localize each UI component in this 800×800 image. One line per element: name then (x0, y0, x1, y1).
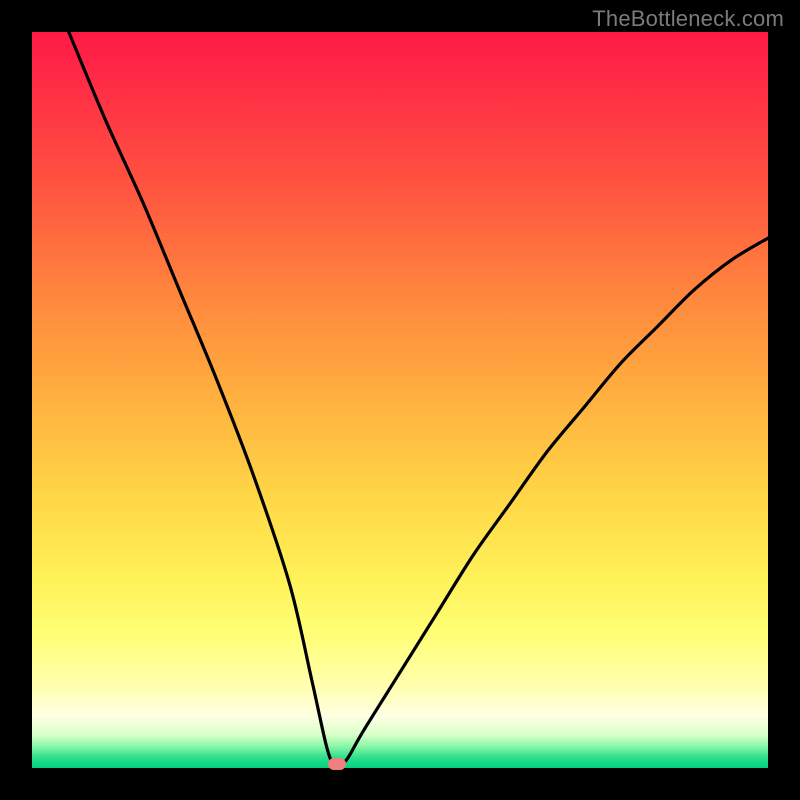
chart-frame: TheBottleneck.com (0, 0, 800, 800)
optimal-marker (328, 758, 346, 770)
bottleneck-curve (32, 32, 768, 768)
watermark-text: TheBottleneck.com (592, 6, 784, 32)
plot-area (32, 32, 768, 768)
